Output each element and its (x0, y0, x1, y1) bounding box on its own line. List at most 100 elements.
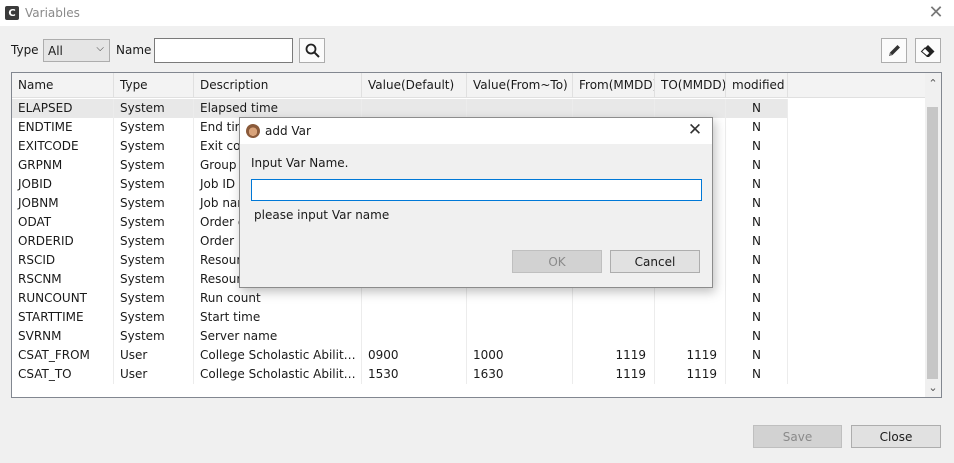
cell-value-default: 1530 (362, 365, 467, 384)
table-row[interactable]: SVRNM System Server name N (12, 327, 926, 346)
cell-modified: N (726, 232, 788, 251)
type-select-value: All (48, 43, 63, 58)
cell-type: User (114, 346, 194, 365)
dialog-close-icon[interactable]: ✕ (686, 120, 704, 140)
cell-name: JOBID (12, 175, 114, 194)
table-header: Name Type Description Value(Default) Val… (12, 73, 926, 98)
close-button[interactable]: Close (851, 425, 941, 448)
scroll-thumb[interactable] (927, 107, 938, 379)
cell-description: Run count (194, 289, 362, 308)
clear-button[interactable] (915, 38, 941, 63)
app-icon: C (5, 6, 19, 20)
cell-type: System (114, 327, 194, 346)
dialog-titlebar: add Var ✕ (240, 118, 712, 144)
dialog-title: add Var (265, 124, 311, 138)
dialog-hint: please input Var name (254, 208, 390, 222)
cell-type: System (114, 308, 194, 327)
column-header-value-default[interactable]: Value(Default) (362, 73, 467, 98)
cell-name: RSCID (12, 251, 114, 270)
save-button[interactable]: Save (753, 425, 842, 448)
cell-modified: N (726, 137, 788, 156)
cell-from-mmdd (573, 308, 655, 327)
cell-description: College Scholastic Ability Test (194, 365, 362, 384)
cell-description: Elapsed time (194, 99, 362, 118)
cell-modified: N (726, 289, 788, 308)
cell-name: JOBNM (12, 194, 114, 213)
cell-value-from-to (467, 99, 573, 118)
filter-toolbar: Type All ⌵ Name (0, 38, 954, 64)
cell-modified: N (726, 270, 788, 289)
table-row[interactable]: RUNCOUNT System Run count N (12, 289, 926, 308)
cell-modified: N (726, 99, 788, 118)
search-button[interactable] (299, 38, 325, 63)
name-label: Name (116, 43, 152, 57)
var-name-input[interactable] (251, 179, 702, 201)
edit-button[interactable] (881, 38, 907, 63)
scroll-up-icon[interactable]: ⌃ (925, 75, 941, 91)
window-close-icon[interactable]: ✕ (926, 2, 946, 23)
cell-description: College Scholastic Ability Test (194, 346, 362, 365)
column-header-name[interactable]: Name (12, 73, 114, 98)
cell-type: System (114, 194, 194, 213)
cell-value-default: 0900 (362, 346, 467, 365)
cell-name: SVRNM (12, 327, 114, 346)
cell-name: ELAPSED (12, 99, 114, 118)
cell-from-mmdd (573, 289, 655, 308)
monkey-icon (246, 124, 260, 138)
cell-to-mmdd (655, 289, 726, 308)
cell-to-mmdd: 1119 (655, 365, 726, 384)
cell-value-from-to (467, 289, 573, 308)
window-titlebar: C Variables ✕ (0, 0, 954, 26)
cell-modified: N (726, 327, 788, 346)
add-var-dialog: add Var ✕ Input Var Name. please input V… (239, 117, 713, 288)
cell-modified: N (726, 251, 788, 270)
cell-value-default (362, 289, 467, 308)
table-row[interactable]: CSAT_TO User College Scholastic Ability Te… (12, 365, 926, 384)
column-header-to-mmdd[interactable]: TO(MMDD) (655, 73, 726, 98)
column-header-from-mmdd[interactable]: From(MMDD) (573, 73, 655, 98)
cell-modified: N (726, 365, 788, 384)
name-input[interactable] (154, 38, 293, 63)
vertical-scrollbar[interactable]: ⌃ ⌄ (925, 73, 941, 397)
cell-name: ODAT (12, 213, 114, 232)
table-row[interactable]: CSAT_FROM User College Scholastic Ability … (12, 346, 926, 365)
cell-type: System (114, 137, 194, 156)
cell-name: GRPNM (12, 156, 114, 175)
ok-button[interactable]: OK (512, 250, 602, 273)
cell-name: RUNCOUNT (12, 289, 114, 308)
cell-type: System (114, 232, 194, 251)
cell-name: ORDERID (12, 232, 114, 251)
table-row[interactable]: STARTTIME System Start time N (12, 308, 926, 327)
cell-type: System (114, 270, 194, 289)
cell-name: RSCNM (12, 270, 114, 289)
cell-from-mmdd (573, 99, 655, 118)
type-label: Type (11, 43, 39, 57)
cell-type: System (114, 175, 194, 194)
cell-name: CSAT_TO (12, 365, 114, 384)
column-header-value-from-to[interactable]: Value(From~To) (467, 73, 573, 98)
column-header-description[interactable]: Description (194, 73, 362, 98)
cell-modified: N (726, 213, 788, 232)
cell-to-mmdd: 1119 (655, 346, 726, 365)
cell-to-mmdd (655, 308, 726, 327)
cell-to-mmdd (655, 327, 726, 346)
type-select[interactable]: All ⌵ (43, 39, 110, 62)
cell-value-default (362, 99, 467, 118)
column-header-type[interactable]: Type (114, 73, 194, 98)
cell-value-from-to: 1000 (467, 346, 573, 365)
cell-value-from-to: 1630 (467, 365, 573, 384)
cell-modified: N (726, 175, 788, 194)
cell-modified: N (726, 156, 788, 175)
cell-from-mmdd: 1119 (573, 346, 655, 365)
cell-description: Start time (194, 308, 362, 327)
cell-name: ENDTIME (12, 118, 114, 137)
scroll-down-icon[interactable]: ⌄ (925, 379, 941, 395)
cell-description: Server name (194, 327, 362, 346)
table-row[interactable]: ELAPSED System Elapsed time N (12, 99, 926, 118)
window-title: Variables (25, 6, 80, 20)
cell-value-default (362, 327, 467, 346)
cancel-button[interactable]: Cancel (610, 250, 700, 273)
dialog-prompt: Input Var Name. (251, 156, 349, 170)
column-header-modified[interactable]: modified (726, 73, 788, 98)
cell-name: CSAT_FROM (12, 346, 114, 365)
